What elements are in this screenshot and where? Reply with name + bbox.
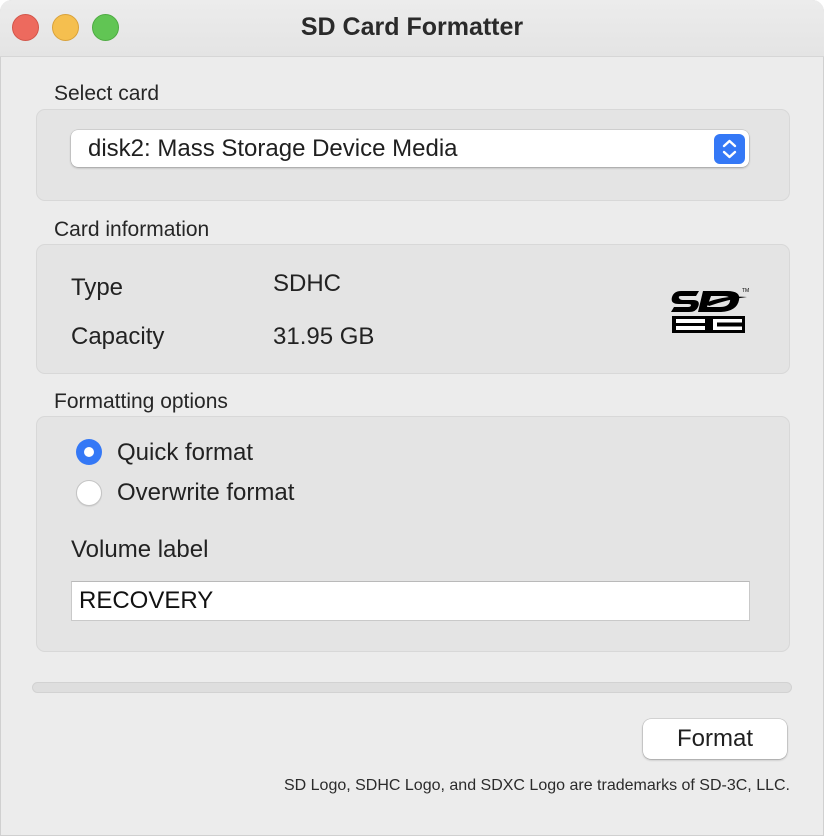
sdhc-logo-icon: TM <box>669 283 751 335</box>
window-title: SD Card Formatter <box>300 13 524 41</box>
sd-card-formatter-window: SD Card Formatter Select card disk2: Mas… <box>0 0 824 836</box>
type-key: Type <box>71 274 124 301</box>
trademark-notice: SD Logo, SDHC Logo, and SDXC Logo are tr… <box>283 777 790 794</box>
formatting-options-heading: Formatting options <box>54 390 228 413</box>
quick-format-radio[interactable] <box>76 439 102 465</box>
format-progress-bar <box>32 682 792 693</box>
title-bar: SD Card Formatter <box>0 0 824 57</box>
overwrite-format-radio[interactable] <box>76 480 102 506</box>
capacity-value: 31.95 GB <box>273 323 375 350</box>
card-select-value: disk2: Mass Storage Device Media <box>88 135 458 162</box>
overwrite-format-label[interactable]: Overwrite format <box>117 479 294 507</box>
quick-format-label[interactable]: Quick format <box>117 439 253 467</box>
svg-text:TM: TM <box>742 288 749 294</box>
card-select-popup[interactable]: disk2: Mass Storage Device Media <box>71 130 749 167</box>
volume-label-title: Volume label <box>71 536 209 563</box>
capacity-key: Capacity <box>71 323 165 350</box>
card-information-heading: Card information <box>54 218 210 241</box>
volume-label-input[interactable] <box>71 581 750 621</box>
chevron-updown-icon <box>714 134 745 164</box>
format-button[interactable]: Format <box>643 719 787 759</box>
type-value: SDHC <box>273 270 342 297</box>
select-card-heading: Select card <box>54 82 160 105</box>
